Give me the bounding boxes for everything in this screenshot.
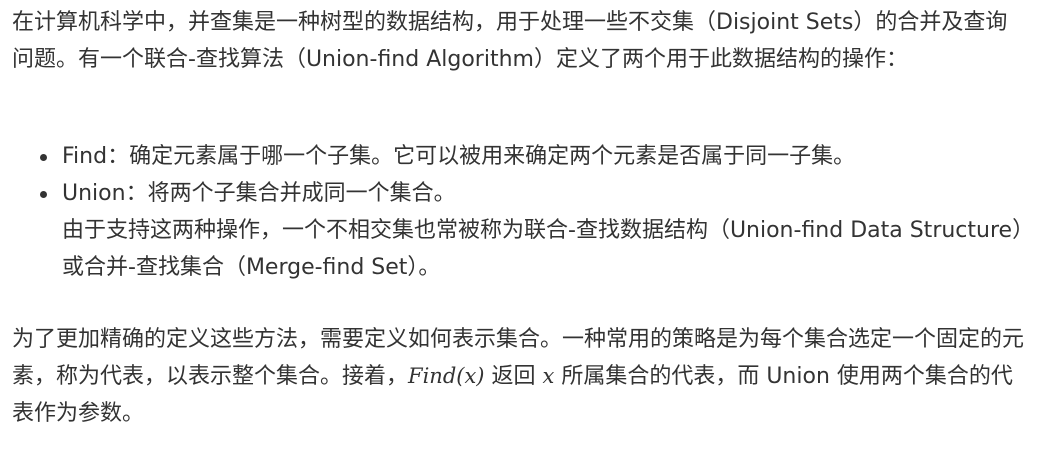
list-item-union: Union：将两个子集合并成同一个集合。 由于支持这两种操作，一个不相交集也常被… [40, 175, 1027, 286]
operation-description: ：确定元素属于哪一个子集。它可以被用来确定两个元素是否属于同一子集。 [107, 144, 856, 169]
math-find-x: Find(x) [408, 364, 485, 388]
operation-description: ：将两个子集合并成同一个集合。 [125, 181, 456, 206]
definition-text-middle: 返回 [484, 364, 543, 389]
operation-note: 由于支持这两种操作，一个不相交集也常被称为联合-查找数据结构（Union-fin… [62, 218, 1024, 280]
operation-name: Find [62, 144, 108, 169]
operations-list: Find：确定元素属于哪一个子集。它可以被用来确定两个元素是否属于同一子集。 U… [12, 138, 1027, 286]
list-item-find: Find：确定元素属于哪一个子集。它可以被用来确定两个元素是否属于同一子集。 [40, 138, 1027, 175]
operation-name: Union [62, 181, 126, 206]
definition-paragraph: 为了更加精确的定义这些方法，需要定义如何表示集合。一种常用的策略是为每个集合选定… [12, 321, 1027, 432]
intro-paragraph: 在计算机科学中，并查集是一种树型的数据结构，用于处理一些不交集（Disjoint… [12, 10, 1008, 72]
document-body: 在计算机科学中，并查集是一种树型的数据结构，用于处理一些不交集（Disjoint… [0, 0, 1037, 452]
bullet-icon [40, 154, 47, 161]
bullet-icon [40, 191, 47, 198]
math-x: x [542, 364, 555, 388]
